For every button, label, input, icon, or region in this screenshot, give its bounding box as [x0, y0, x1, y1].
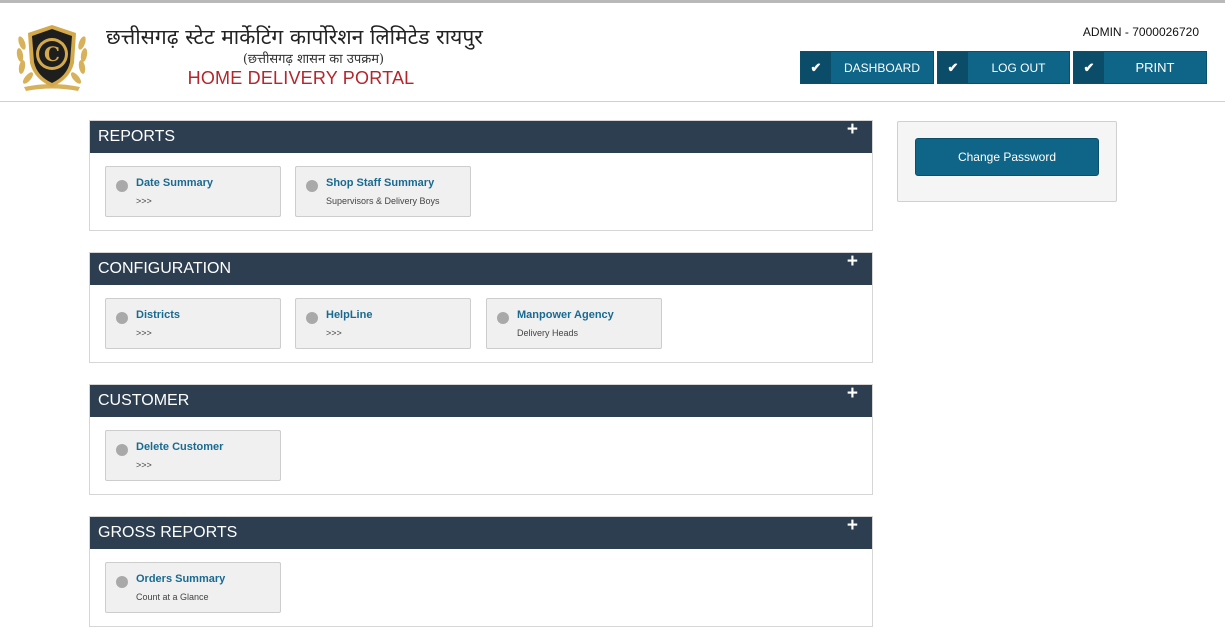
tile-title[interactable]: Delete Customer [136, 441, 223, 453]
corporation-subtitle-hindi: (छत्तीसगढ़ शासन का उपक्रम) [242, 52, 385, 67]
panel-header-gross-reports: GROSS REPORTS + [90, 516, 872, 549]
panel-configuration: CONFIGURATION + Districts >>> HelpLine >… [89, 252, 873, 363]
check-icon: ✔ [1074, 52, 1104, 83]
print-button[interactable]: ✔ PRINT [1073, 51, 1207, 84]
expand-plus-icon[interactable]: + [847, 516, 858, 535]
bullet-icon [116, 312, 128, 324]
change-password-button[interactable]: Change Password [915, 138, 1099, 176]
check-icon: ✔ [801, 52, 831, 83]
tile-helpline[interactable]: HelpLine >>> [295, 298, 471, 349]
dashboard-button-label: DASHBOARD [843, 60, 920, 75]
bullet-icon [497, 312, 509, 324]
bullet-icon [306, 180, 318, 192]
panel-header-customer: CUSTOMER + [90, 384, 872, 417]
tile-subtitle: >>> [326, 328, 342, 338]
tile-delete-customer[interactable]: Delete Customer >>> [105, 430, 281, 481]
tile-subtitle: Supervisors & Delivery Boys [326, 196, 440, 206]
expand-plus-icon[interactable]: + [847, 252, 858, 271]
tile-date-summary[interactable]: Date Summary >>> [105, 166, 281, 217]
sidebar-panel: Change Password [897, 121, 1117, 202]
panel-customer: CUSTOMER + Delete Customer >>> [89, 384, 873, 495]
panel-title: CONFIGURATION [98, 260, 232, 277]
tile-shop-staff-summary[interactable]: Shop Staff Summary Supervisors & Deliver… [295, 166, 471, 217]
tile-subtitle: >>> [136, 460, 152, 470]
panel-title: CUSTOMER [98, 392, 190, 409]
corporation-title-hindi: छत्तीसगढ़ स्टेट मार्केटिंग कार्पोरेशन लि… [106, 25, 483, 49]
bullet-icon [306, 312, 318, 324]
print-button-label: PRINT [1135, 60, 1175, 75]
tile-title[interactable]: Date Summary [136, 177, 213, 189]
panel-reports: REPORTS + Date Summary >>> Shop Staff Su… [89, 120, 873, 231]
bullet-icon [116, 180, 128, 192]
panel-title: GROSS REPORTS [98, 524, 238, 541]
tile-title[interactable]: Shop Staff Summary [326, 177, 434, 189]
bullet-icon [116, 576, 128, 588]
expand-plus-icon[interactable]: + [847, 384, 858, 403]
dashboard-button[interactable]: ✔ DASHBOARD [800, 51, 934, 84]
panel-title: REPORTS [98, 128, 176, 145]
expand-plus-icon[interactable]: + [847, 120, 858, 139]
tile-districts[interactable]: Districts >>> [105, 298, 281, 349]
tile-subtitle: Delivery Heads [517, 328, 579, 338]
tile-title[interactable]: Manpower Agency [517, 309, 614, 321]
logo-letter: C [44, 42, 60, 66]
logout-button-label: LOG OUT [991, 60, 1046, 75]
tile-title[interactable]: Orders Summary [136, 573, 225, 585]
bullet-icon [116, 444, 128, 456]
check-icon: ✔ [938, 52, 968, 83]
admin-user-label: ADMIN - 7000026720 [1082, 25, 1199, 39]
tile-subtitle: Count at a Glance [136, 592, 209, 602]
tile-manpower-agency[interactable]: Manpower Agency Delivery Heads [486, 298, 662, 349]
tile-title[interactable]: Districts [136, 309, 180, 321]
panel-header-reports: REPORTS + [90, 120, 872, 153]
panel-header-configuration: CONFIGURATION + [90, 252, 872, 285]
panel-gross-reports: GROSS REPORTS + Orders Summary Count at … [89, 516, 873, 627]
tile-subtitle: >>> [136, 328, 152, 338]
tile-subtitle: >>> [136, 196, 152, 206]
tile-title[interactable]: HelpLine [326, 309, 372, 321]
corporation-logo: C [12, 21, 92, 95]
logout-button[interactable]: ✔ LOG OUT [937, 51, 1070, 84]
page-header: C छत्तीसगढ़ स्टेट मार्केटिंग कार्पोरेशन … [0, 3, 1225, 102]
portal-title: HOME DELIVERY PORTAL [187, 68, 415, 88]
tile-orders-summary[interactable]: Orders Summary Count at a Glance [105, 562, 281, 613]
